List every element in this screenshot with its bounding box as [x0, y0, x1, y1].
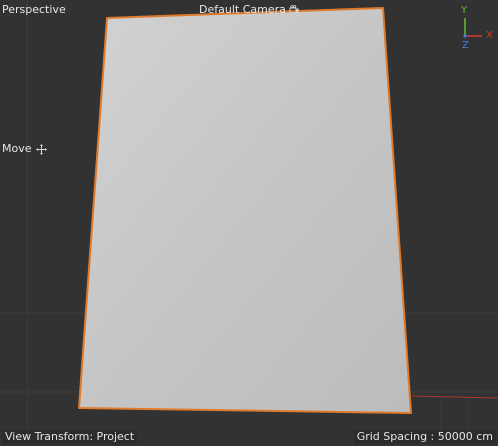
selected-plane-object[interactable] [78, 7, 412, 414]
camera-selector[interactable]: Default Camera [199, 3, 299, 17]
projection-label-text: Perspective [2, 3, 66, 16]
camera-label-text: Default Camera [199, 3, 286, 16]
y-axis-label: Y [461, 5, 468, 16]
x-axis-label: X [486, 30, 493, 41]
grid-spacing-text: Grid Spacing : 50000 cm [356, 430, 493, 443]
active-tool-indicator: Move [2, 142, 47, 156]
camera-icon[interactable] [289, 5, 299, 15]
viewport-scene[interactable] [0, 0, 498, 446]
projection-label[interactable]: Perspective [2, 3, 66, 17]
world-x-axis-line [411, 395, 498, 399]
view-transform-text: View Transform: Project [5, 430, 135, 443]
z-axis-label: Z [462, 40, 469, 51]
3d-viewport[interactable]: Perspective Default Camera Move Y X Z Vi… [0, 0, 498, 446]
z-axis-point [463, 34, 467, 38]
active-tool-label: Move [2, 142, 32, 155]
move-cross-icon [35, 144, 47, 155]
grid-spacing-label: Grid Spacing : 50000 cm [353, 430, 496, 444]
view-transform-label: View Transform: Project [2, 430, 138, 444]
axis-orientation-gizmo: Y X Z [456, 4, 496, 52]
